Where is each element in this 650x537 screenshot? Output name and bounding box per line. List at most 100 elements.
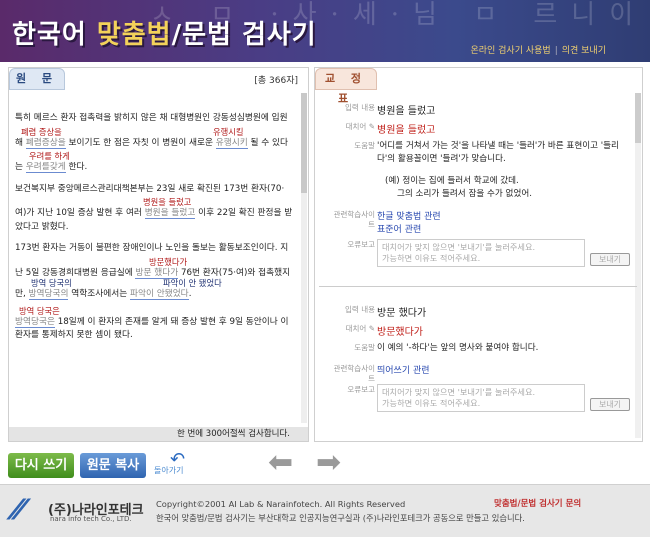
back-button[interactable]: ↶ 돌아가기 bbox=[154, 449, 194, 479]
logo-mark-icon: ⁄⁄ bbox=[14, 493, 24, 526]
help-line: '어디를 거쳐서 가는 것'을 나타낼 때는 '들러'가 바른 표현이고 '들리 bbox=[377, 141, 619, 151]
text: 이후 22일 확진 판정을 받 bbox=[195, 208, 293, 218]
correction-suggestion[interactable]: 유행시킬 bbox=[213, 127, 244, 137]
prev-arrow-icon[interactable]: ⬅ bbox=[268, 448, 302, 478]
help-text: '어디를 거쳐서 가는 것'을 나타낼 때는 '들러'가 바른 표현이고 '들리… bbox=[377, 140, 631, 201]
paragraph: 173번 환자는 거동이 불편한 장애인이나 노인을 돌보는 활동보조인이다. … bbox=[15, 242, 303, 302]
input-row: 입력 내용 병원을 들렀고 bbox=[331, 102, 631, 117]
title-part: /문법 검사기 bbox=[171, 20, 317, 50]
correction-entry: 입력 내용 병원을 들렀고 대치어 ✎ 병원을 들렀고 도움말 '어디를 거쳐서 가… bbox=[331, 102, 631, 271]
top-links: 온라인 검사기 사용법 | 의견 보내기 bbox=[470, 43, 606, 56]
example-line: 그의 소리가 들려서 잠을 수가 없었어. bbox=[397, 189, 532, 199]
input-label: 입력 내용 bbox=[345, 103, 375, 112]
correction-suggestion[interactable]: 파악이 안 됐었다 bbox=[163, 278, 222, 288]
title-part: 한국어 bbox=[12, 20, 97, 50]
text: 76번 환자(75·여)와 접촉했지 bbox=[178, 267, 291, 278]
text-line: 방역 당국의 파악이 안 됐었다 만, 방역당국의 역학조사에서는 파악이 안됐… bbox=[15, 278, 303, 302]
send-button[interactable]: 보내기 bbox=[590, 398, 630, 411]
error-word[interactable]: 방문 했다가 bbox=[135, 267, 179, 279]
send-button[interactable]: 보내기 bbox=[590, 253, 630, 266]
report-row: 오류보고 대치어가 맞지 않으면 '보내기'를 눌러주세요. 가능하면 이유도 적… bbox=[331, 239, 631, 267]
text: 18일께 이 환자의 존재를 알게 돼 증상 발현 후 9일 동안이나 이 bbox=[54, 316, 289, 327]
char-count: [총 366자] bbox=[254, 76, 298, 86]
report-textarea[interactable]: 대치어가 맞지 않으면 '보내기'를 눌러주세요. 가능하면 이유도 적어주세요.… bbox=[377, 239, 630, 267]
replacement-value[interactable]: 병원을 들렀고 bbox=[377, 125, 435, 136]
error-word[interactable]: 병원을 들렀고 bbox=[144, 208, 196, 219]
text: . bbox=[188, 289, 192, 299]
placeholder-line: 대치어가 맞지 않으면 '보내기'를 눌러주세요. bbox=[382, 387, 536, 397]
text: 난 5일 강동경희대병원 응급실에 bbox=[15, 267, 136, 278]
replace-label: 대치어 ✎ bbox=[331, 122, 375, 132]
placeholder-line: 가능하면 이유도 적어주세요. bbox=[382, 253, 481, 263]
correction-suggestion[interactable]: 방역 당국은 bbox=[19, 306, 60, 316]
text-line: 방역 당국은 방역당국은 18일께 이 환자의 존재를 알게 돼 증상 발현 후… bbox=[15, 306, 303, 330]
correction-suggestion[interactable]: 방문했다가 bbox=[149, 257, 187, 267]
replace-row: 대치어 ✎ 병원을 들렀고 bbox=[331, 121, 631, 136]
correction-suggestion[interactable]: 방역 당국의 bbox=[31, 278, 72, 288]
placeholder-line: 대치어가 맞지 않으면 '보내기'를 눌러주세요. bbox=[382, 242, 536, 252]
paragraph: 방역 당국은 방역당국은 18일께 이 환자의 존재를 알게 돼 증상 발현 후… bbox=[15, 306, 303, 343]
copyright-line: Copyright©2001 AI Lab & Narainfotech. Al… bbox=[156, 499, 406, 509]
rewrite-button[interactable]: 다시 쓰기 bbox=[8, 453, 74, 478]
correction-suggestion[interactable]: 폐렴 증상을 bbox=[21, 127, 62, 137]
related-link[interactable]: 표준어 관련 bbox=[377, 222, 631, 235]
text-line: 병원을 들렀고 여)가 지난 10일 증상 발현 후 여러 병원을 들렀고 이후… bbox=[15, 197, 303, 221]
input-value: 병원을 들렀고 bbox=[377, 106, 436, 117]
app-title: 한국어 맞춤법/문법 검사기 bbox=[12, 14, 317, 51]
logo-subtitle: nara info tech Co., LTD. bbox=[50, 515, 132, 523]
footer-copyright: Copyright©2001 AI Lab & Narainfotech. Al… bbox=[156, 497, 525, 525]
text-line: 우려를 하게 는 우려를갖게 한다. bbox=[15, 151, 303, 175]
related-label: 관련학습사이트 bbox=[333, 210, 375, 229]
text: 해 bbox=[15, 137, 26, 148]
paragraph: 특히 메르스 환자 접촉력을 밝히지 않은 채 대형병원인 강동성심병원에 입원… bbox=[15, 112, 303, 175]
related-label: 관련학습사이트 bbox=[333, 364, 375, 383]
input-value: 방문 했다가 bbox=[377, 308, 427, 319]
help-label: 도움말 bbox=[354, 343, 375, 352]
replace-row: 대치어 ✎ 방문했다가 bbox=[331, 323, 631, 338]
report-label: 오류보고 bbox=[347, 240, 375, 249]
correction-suggestion[interactable]: 병원을 들렀고 bbox=[143, 197, 191, 207]
link-separator: | bbox=[554, 46, 558, 56]
error-word[interactable]: 방역당국의 bbox=[28, 289, 69, 300]
input-label: 입력 내용 bbox=[345, 305, 375, 314]
title-accent: 맞춤법 bbox=[96, 20, 172, 50]
correction-scrollbar[interactable] bbox=[635, 93, 641, 438]
tab-original[interactable]: 원 문 bbox=[9, 68, 65, 90]
related-row: 관련학습사이트 띄어쓰기 관련 bbox=[331, 363, 631, 383]
related-links: 한글 맞춤법 관련 표준어 관련 bbox=[377, 209, 631, 235]
replacement-value[interactable]: 방문했다가 bbox=[377, 327, 423, 338]
error-word[interactable]: 우려를갖게 bbox=[25, 162, 66, 173]
error-word[interactable]: 폐렴증상을 bbox=[25, 137, 66, 149]
footer: ⁄⁄ (주)나라인포테크 nara info tech Co., LTD. Co… bbox=[0, 484, 650, 537]
pencil-icon: ✎ bbox=[368, 122, 375, 131]
related-link[interactable]: 띄어쓰기 관련 bbox=[377, 363, 631, 376]
report-textarea[interactable]: 대치어가 맞지 않으면 '보내기'를 눌러주세요. 가능하면 이유도 적어주세요.… bbox=[377, 384, 630, 412]
replace-label-text: 대치어 bbox=[345, 122, 367, 131]
text: 만, bbox=[15, 289, 29, 299]
next-arrow-icon[interactable]: ➡ bbox=[316, 448, 350, 478]
back-label: 돌아가기 bbox=[154, 466, 184, 475]
limit-notice: 한 번에 300어절씩 검사합니다. bbox=[9, 427, 308, 441]
text-line: 보건복지부 중앙메르스관리대책본부는 23일 새로 확진된 173번 환자(70… bbox=[15, 183, 285, 194]
header: ㅅ ㅁ ·사·세·님 ㅁ 르니이ㅅ 〈 上 한국어 맞춤법/문법 검사기 온라인… bbox=[0, 0, 650, 62]
help-row: 도움말 '어디를 거쳐서 가는 것'을 나타낼 때는 '들러'가 바른 표현이고… bbox=[331, 140, 631, 201]
copy-original-button[interactable]: 원문 복사 bbox=[80, 453, 146, 478]
error-word[interactable]: 방역당국은 bbox=[15, 316, 55, 328]
inquiry-link[interactable]: 맞춤법/문법 검사기 문의 bbox=[494, 497, 581, 509]
error-word[interactable]: 유행시키 bbox=[215, 137, 248, 149]
guide-link[interactable]: 온라인 검사기 사용법 bbox=[470, 46, 550, 56]
paragraph: 보건복지부 중앙메르스관리대책본부는 23일 새로 확진된 173번 환자(70… bbox=[15, 183, 303, 235]
text-line: 특히 메르스 환자 접촉력을 밝히지 않은 채 대형병원인 강동성심병원에 입원 bbox=[15, 113, 288, 123]
entry-divider bbox=[319, 286, 637, 287]
text: 역학조사에서는 bbox=[68, 289, 130, 299]
replace-label: 대치어 ✎ bbox=[331, 324, 375, 334]
correction-suggestion[interactable]: 우려를 하게 bbox=[29, 151, 70, 161]
tab-corrections[interactable]: 교 정 표 bbox=[315, 68, 377, 105]
replace-label-text: 대치어 bbox=[345, 324, 367, 333]
feedback-link[interactable]: 의견 보내기 bbox=[562, 46, 606, 56]
text: 보이기도 한 점은 자칫 이 병원이 새로운 bbox=[65, 137, 216, 148]
scroll-thumb[interactable] bbox=[635, 93, 641, 143]
related-link[interactable]: 한글 맞춤법 관련 bbox=[377, 209, 631, 222]
error-word[interactable]: 파악이 안됐었다 bbox=[129, 289, 189, 300]
text: 될 수 있다 bbox=[247, 137, 288, 148]
